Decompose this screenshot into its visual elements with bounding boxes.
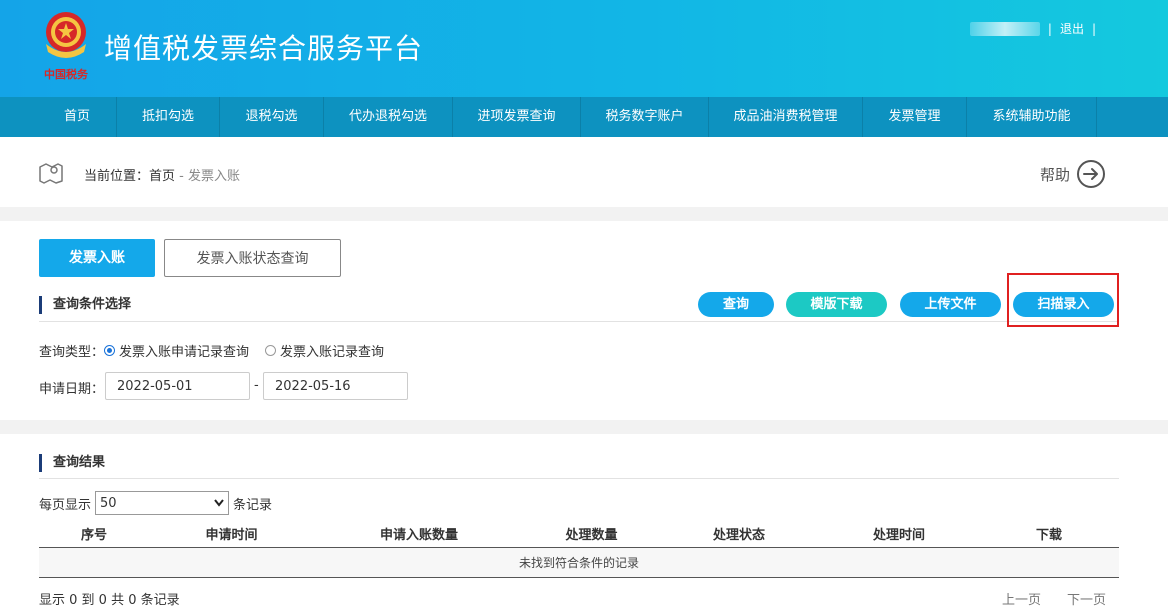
date-label: 申请日期： bbox=[39, 382, 105, 397]
record-count-info: 显示 0 到 0 共 0 条记录 bbox=[39, 593, 180, 608]
nav-item-agent-refund-select[interactable]: 代办退税勾选 bbox=[324, 97, 453, 137]
breadcrumb-bar: 当前位置：首页 - 发票入账 帮助 bbox=[0, 137, 1168, 207]
arrow-right-circle-icon bbox=[1077, 160, 1105, 188]
page-size-control: 每页显示 50 条记录 bbox=[39, 491, 272, 515]
username-blurred bbox=[969, 21, 1040, 36]
nav-item-deduction-select[interactable]: 抵扣勾选 bbox=[117, 97, 220, 137]
help-button[interactable]: 帮助 bbox=[1040, 159, 1106, 189]
nav-item-system-tools[interactable]: 系统辅助功能 bbox=[967, 97, 1097, 137]
nav-item-input-invoice-query[interactable]: 进项发票查询 bbox=[453, 97, 581, 137]
date-separator: - bbox=[254, 378, 259, 393]
breadcrumb-home-link[interactable]: 首页 bbox=[149, 169, 175, 184]
nav-item-tax-digital-account[interactable]: 税务数字账户 bbox=[581, 97, 709, 137]
radio-label[interactable]: 发票入账记录查询 bbox=[280, 341, 384, 360]
prev-page-button[interactable]: 上一页 bbox=[1002, 589, 1041, 608]
empty-table-message: 未找到符合条件的记录 bbox=[39, 548, 1119, 578]
upload-file-button[interactable]: 上传文件 bbox=[900, 292, 1001, 317]
separator: | bbox=[1091, 21, 1096, 36]
table-header: 序号 申请时间 申请入账数量 处理数量 处理状态 处理时间 下载 bbox=[39, 519, 1119, 548]
breadcrumb: 当前位置：首页 - 发票入账 bbox=[84, 165, 240, 184]
separator: | bbox=[1047, 21, 1052, 36]
nav-item-refund-select[interactable]: 退税勾选 bbox=[220, 97, 324, 137]
column-header: 申请入账数量 bbox=[379, 527, 458, 543]
column-header: 处理时间 bbox=[872, 527, 925, 543]
logout-link[interactable]: 退出 bbox=[1060, 20, 1084, 37]
column-header: 下载 bbox=[1035, 527, 1062, 543]
page-size-value: 50 bbox=[100, 495, 117, 511]
next-page-button[interactable]: 下一页 bbox=[1067, 589, 1106, 608]
page-size-suffix: 条记录 bbox=[233, 497, 273, 513]
tab-invoice-entry[interactable]: 发票入账 bbox=[39, 239, 155, 277]
app-header: 中国税务 增值税发票综合服务平台 | 退出 | bbox=[0, 0, 1168, 97]
end-date-input[interactable] bbox=[263, 372, 408, 400]
query-panel: 发票入账 发票入账状态查询 查询条件选择 查询 模版下载 上传文件 扫描录入 查… bbox=[0, 221, 1168, 420]
nav-item-home[interactable]: 首页 bbox=[38, 97, 117, 137]
query-type-label: 查询类型： bbox=[39, 345, 105, 360]
chevron-down-icon bbox=[214, 499, 224, 507]
query-button[interactable]: 查询 bbox=[698, 292, 774, 317]
start-date-input[interactable] bbox=[105, 372, 250, 400]
divider bbox=[39, 321, 1119, 322]
user-area: | 退出 | bbox=[969, 20, 1096, 37]
template-download-button[interactable]: 模版下载 bbox=[786, 292, 887, 317]
highlight-box bbox=[1007, 273, 1119, 327]
map-location-icon bbox=[39, 163, 63, 184]
radio-label[interactable]: 发票入账申请记录查询 bbox=[119, 341, 249, 360]
nav-item-oil-tax-management[interactable]: 成品油消费税管理 bbox=[709, 97, 863, 137]
column-header: 处理数量 bbox=[565, 527, 618, 543]
results-panel: 查询结果 每页显示 50 条记录 序号 申请时间 申请入账数量 处理数量 处理状… bbox=[0, 434, 1168, 616]
column-header: 序号 bbox=[80, 527, 107, 543]
svg-text:中国税务: 中国税务 bbox=[44, 67, 89, 81]
radio-application-record[interactable] bbox=[104, 345, 115, 356]
national-emblem-icon: 中国税务 bbox=[44, 12, 89, 81]
tab-entry-status-query[interactable]: 发票入账状态查询 bbox=[164, 239, 341, 277]
help-label: 帮助 bbox=[1039, 165, 1070, 184]
query-section-title: 查询条件选择 bbox=[39, 296, 131, 314]
main-nav: 首页 抵扣勾选 退税勾选 代办退税勾选 进项发票查询 税务数字账户 成品油消费税… bbox=[0, 97, 1168, 137]
column-header: 处理状态 bbox=[712, 527, 765, 543]
column-header: 申请时间 bbox=[205, 527, 258, 543]
page-size-select[interactable]: 50 bbox=[95, 491, 230, 515]
breadcrumb-prefix: 当前位置： bbox=[84, 169, 150, 184]
query-type-radio-group: 发票入账申请记录查询 发票入账记录查询 bbox=[104, 341, 400, 360]
site-title: 增值税发票综合服务平台 bbox=[104, 32, 424, 65]
radio-entry-record[interactable] bbox=[265, 345, 277, 356]
breadcrumb-separator: - bbox=[175, 169, 188, 184]
pagination: 上一页 下一页 bbox=[1002, 589, 1106, 608]
divider bbox=[39, 478, 1119, 479]
breadcrumb-current: 发票入账 bbox=[188, 169, 241, 184]
nav-item-invoice-management[interactable]: 发票管理 bbox=[863, 97, 967, 137]
results-section-title: 查询结果 bbox=[39, 454, 105, 472]
page-size-prefix: 每页显示 bbox=[39, 497, 92, 513]
